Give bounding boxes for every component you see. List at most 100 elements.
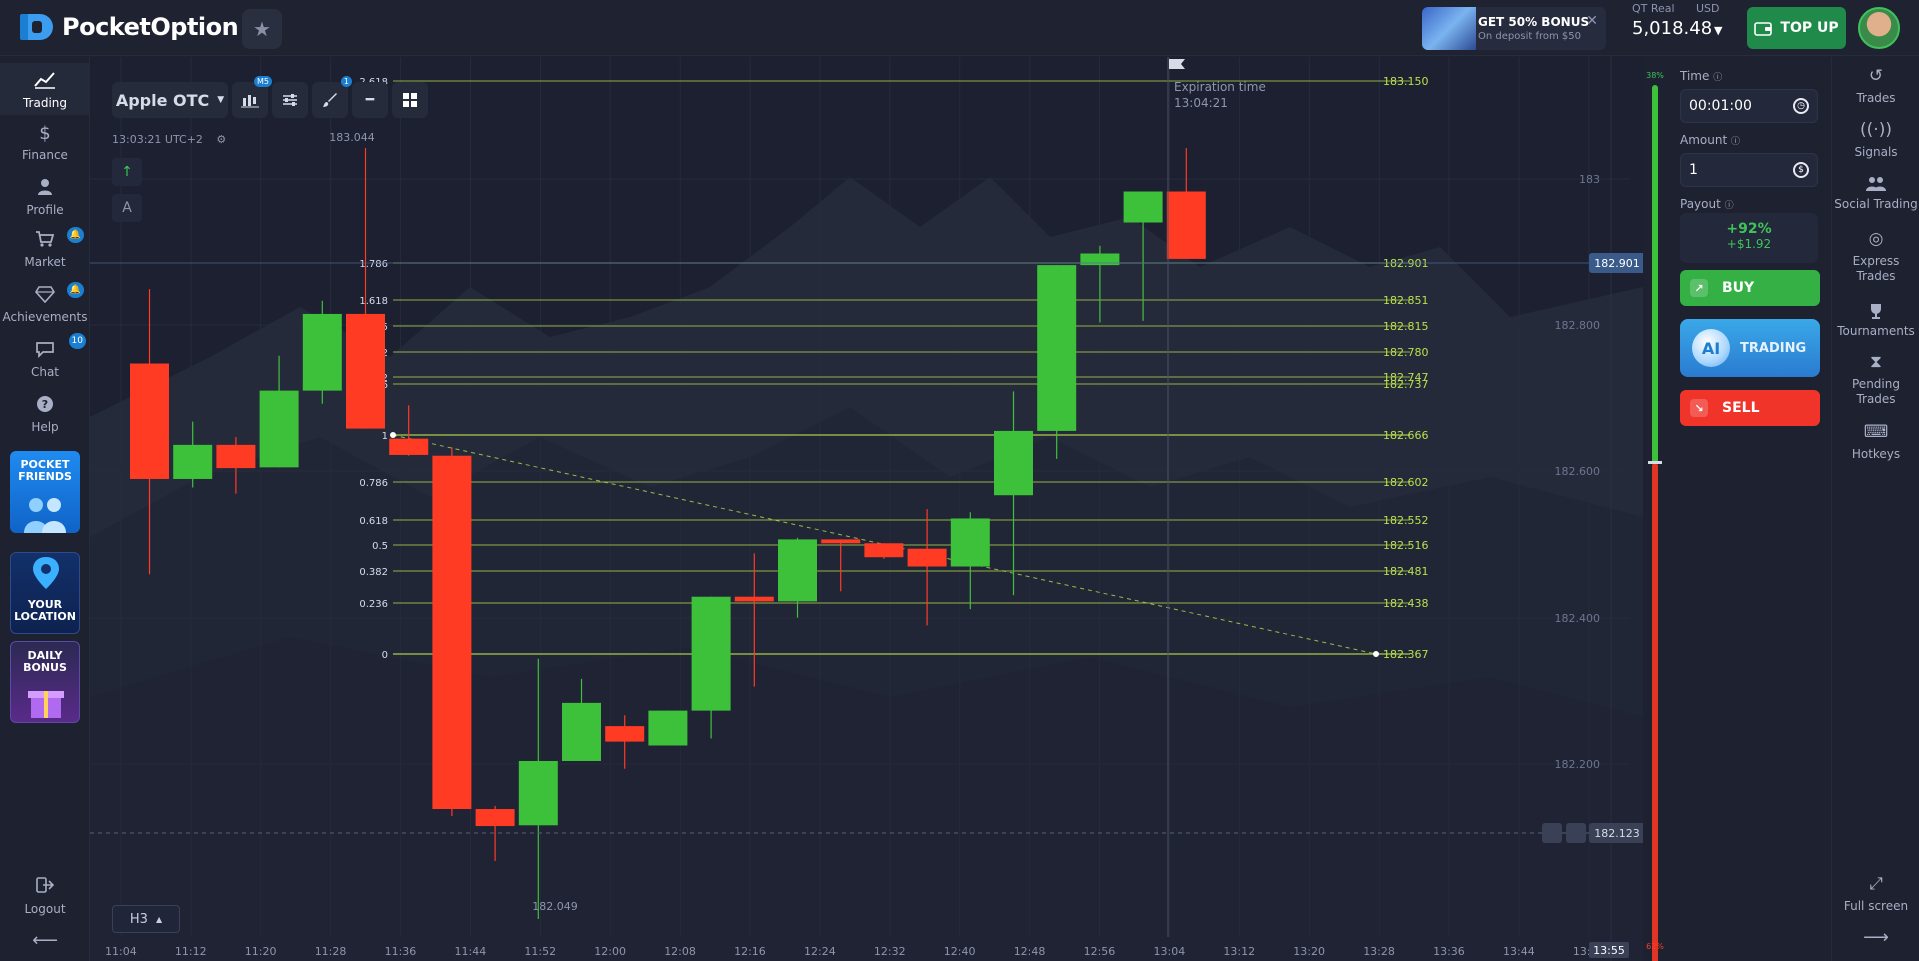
high-price-label: 183.044 (329, 131, 375, 144)
candle-body (1123, 191, 1163, 223)
layout-grid-button[interactable] (392, 82, 428, 118)
y-tick-label: 182.800 (1555, 319, 1601, 332)
account-balance: 5,018.48 (1632, 18, 1713, 39)
sidebar-item-profile[interactable]: Profile (0, 178, 90, 217)
account-selector[interactable]: QT Real USD 5,018.48 ▼ (1618, 2, 1734, 52)
fib-ratio-label: 1.786 (359, 259, 388, 270)
top-up-button[interactable]: TOP UP (1747, 7, 1846, 49)
gear-icon[interactable]: ⚙ (216, 133, 226, 146)
caret-up-icon: ▲ (155, 914, 163, 924)
text-tool-icon[interactable]: A (112, 194, 142, 222)
promo-label: DAILY BONUS (23, 649, 67, 674)
sidebar-item-social-trading[interactable]: Social Trading (1832, 175, 1919, 212)
fib-price-label: 182.737 (1383, 378, 1429, 391)
collapse-arrow-icon[interactable]: ⟵ (0, 930, 90, 951)
avatar[interactable] (1858, 7, 1900, 49)
daily-bonus-promo[interactable]: DAILY BONUS (10, 641, 80, 723)
sidebar-item-achievements[interactable]: Achievements 🔔 (0, 282, 90, 324)
sidebar-item-finance[interactable]: $ Finance (0, 123, 90, 162)
close-icon[interactable]: ✕ (1586, 13, 1598, 29)
keyboard-icon: ⌨ (1863, 422, 1889, 442)
x-tick-label: 12:32 (874, 945, 906, 958)
fib-price-label: 182.481 (1383, 565, 1429, 578)
trophy-icon (1832, 302, 1919, 322)
x-tick-label: 13:12 (1223, 945, 1255, 958)
info-icon: ⓘ (1713, 73, 1723, 83)
sidebar-item-label: Chat (30, 365, 60, 379)
sidebar-item-chat[interactable]: Chat 10 (0, 333, 90, 379)
fib-anchor-end (1373, 651, 1379, 657)
ai-trading-button[interactable]: AI TRADING (1680, 319, 1820, 377)
sidebar-item-signals[interactable]: ((·)) Signals (1832, 122, 1919, 160)
indicators-button[interactable] (272, 82, 308, 118)
x-tick-label: 13:28 (1363, 945, 1395, 958)
sidebar-item-label: Hotkeys (1851, 447, 1901, 461)
sidebar-item-express-trades[interactable]: ◎ Express Trades (1832, 229, 1919, 284)
your-location-promo[interactable]: YOUR LOCATION (10, 552, 80, 634)
sidebar-item-help[interactable]: ? Help (0, 395, 90, 434)
candle-body (691, 596, 731, 711)
brand-logo[interactable]: PocketOption (20, 12, 239, 42)
logout-button[interactable]: Logout (0, 877, 90, 916)
wallet-icon (1754, 22, 1773, 36)
fib-ratio-label: 0.236 (359, 599, 388, 610)
sidebar-item-market[interactable]: Market 🔔 (0, 227, 90, 269)
sidebar-item-label: Finance (22, 148, 68, 162)
low-price-label: 182.049 (532, 900, 578, 913)
chart-type-button[interactable]: M5 (232, 76, 272, 118)
amount-input[interactable]: 1 $ (1680, 153, 1818, 187)
candle-body (475, 809, 515, 827)
candle-body (605, 726, 645, 742)
expand-arrow-icon[interactable]: ⟶ (1832, 929, 1919, 947)
people-icon (1832, 175, 1919, 195)
candle-body (994, 430, 1033, 496)
x-tick-label: 11:12 (175, 945, 207, 958)
timeframe-selector[interactable]: H3 ▲ (112, 905, 180, 933)
line-style-button[interactable]: ━ (352, 82, 388, 118)
pocket-friends-promo[interactable]: POCKET FRIENDS (10, 451, 80, 533)
time-label: Time ⓘ (1680, 69, 1723, 83)
clock-icon: ◷ (1793, 98, 1809, 114)
x-tick-label: 12:16 (734, 945, 766, 958)
chart-canvas[interactable]: 11:04 11:12 11:20 11:28 11:36 11:44 11:52 12:00… (90, 57, 1643, 961)
x-tick-label: 11:28 (315, 945, 347, 958)
x-tick-label: 11:04 (105, 945, 137, 958)
price-chart[interactable]: 11:04 11:12 11:20 11:28 11:36 11:44 11:52 12:00… (90, 57, 1643, 961)
candle-body (259, 390, 299, 468)
bell-icon (1566, 823, 1586, 843)
candle-body (864, 543, 904, 558)
sidebar-item-label: Help (31, 420, 59, 434)
alert-price-value: 182.123 (1594, 827, 1640, 840)
candle-body (302, 313, 342, 391)
hourglass-icon: ⧗ (1870, 352, 1882, 372)
trend-up-icon[interactable]: ↑ (112, 158, 142, 186)
trade-panel: 38% 62% Time ⓘ 00:01:00 ◷ Amount ⓘ 1 $ P… (1646, 57, 1826, 961)
sidebar-item-hotkeys[interactable]: ⌨ Hotkeys (1832, 422, 1919, 462)
fib-ratio-label: 1.618 (359, 296, 388, 307)
asset-selector[interactable]: Apple OTC ▼ (112, 82, 228, 118)
fib-ratio-label: 0.786 (359, 478, 388, 489)
x-tick-label: 12:00 (594, 945, 626, 958)
favorites-star-button[interactable]: ★ (242, 9, 282, 49)
sell-button[interactable]: ↘ SELL (1680, 390, 1820, 426)
buy-button[interactable]: ↗ BUY (1680, 270, 1820, 306)
sliders-icon (283, 94, 297, 106)
bonus-banner[interactable]: GET 50% BONUS On deposit from $50 ✕ (1422, 7, 1606, 50)
x-tick-label: 12:08 (664, 945, 696, 958)
fullscreen-icon: ⤢ (1869, 874, 1883, 894)
fib-price-label: 182.851 (1383, 294, 1429, 307)
time-value: 00:01:00 (1689, 98, 1752, 114)
arrow-up-right-icon: ↗ (1690, 279, 1708, 297)
fib-price-label: 182.516 (1383, 539, 1429, 552)
payout-label: Payout ⓘ (1680, 197, 1734, 211)
candle-body (778, 539, 817, 602)
sidebar-item-trading[interactable]: Trading (0, 63, 90, 115)
x-tick-label: 11:20 (245, 945, 277, 958)
drawings-button[interactable]: 1 (312, 76, 352, 118)
time-input[interactable]: 00:01:00 ◷ (1680, 89, 1818, 123)
target-icon: ◎ (1868, 229, 1884, 249)
sidebar-item-pending-trades[interactable]: ⧗ Pending Trades (1832, 352, 1919, 407)
fullscreen-button[interactable]: ⤢ Full screen (1832, 874, 1919, 914)
sidebar-item-tournaments[interactable]: Tournaments (1832, 302, 1919, 339)
sidebar-item-trades[interactable]: ↺ Trades (1832, 68, 1919, 106)
